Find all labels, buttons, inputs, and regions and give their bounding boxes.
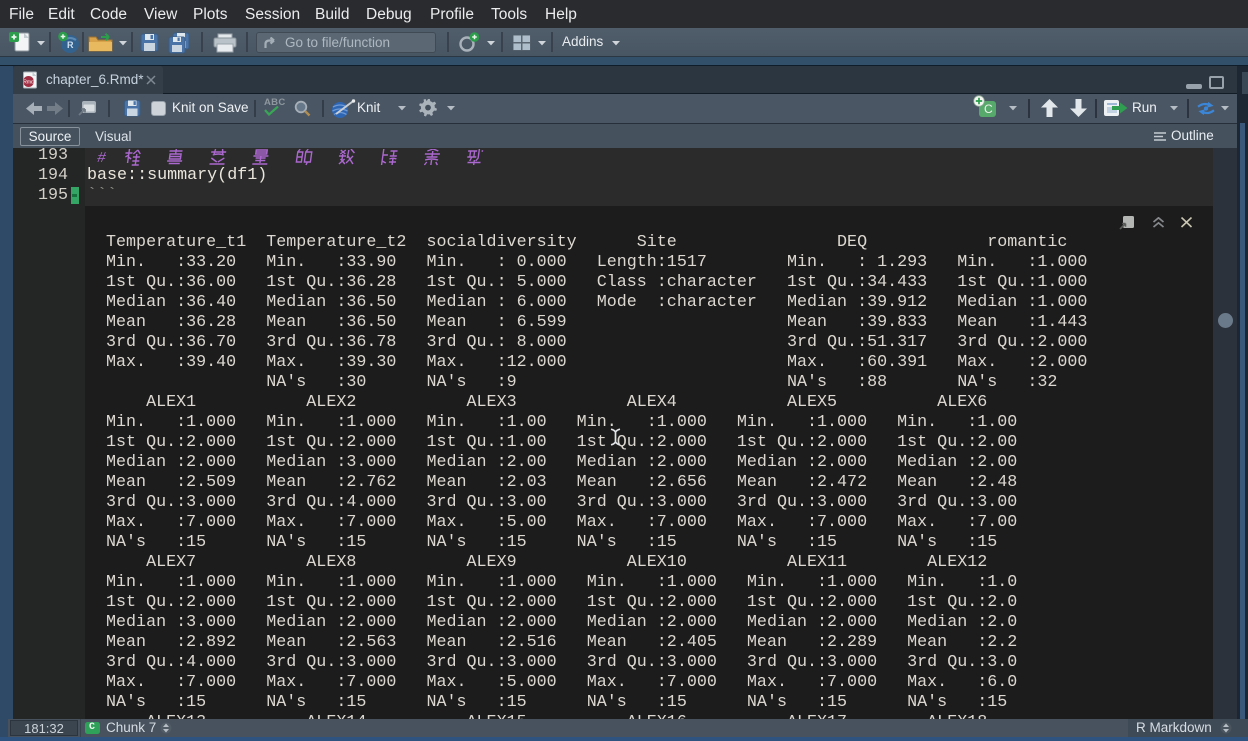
svg-text:Rmd: Rmd (23, 80, 34, 86)
svg-text:#: # (97, 150, 107, 166)
svg-text:R: R (67, 40, 74, 50)
